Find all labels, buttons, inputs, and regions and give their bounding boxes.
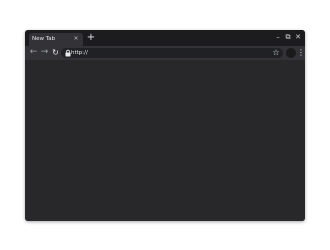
reload-icon[interactable]: ↻ (50, 47, 61, 58)
new-tab-button[interactable]: + (86, 33, 96, 43)
minimize-icon[interactable]: – (273, 32, 283, 42)
address-bar[interactable]: http:// ☆ (61, 48, 283, 58)
tab-close-icon[interactable]: × (72, 35, 80, 43)
profile-avatar[interactable] (286, 48, 296, 58)
title-bar: New Tab × + – ⧉ ✕ (25, 30, 305, 46)
browser-window: New Tab × + – ⧉ ✕ ← → ↻ http:// ☆ ⋮ (25, 30, 305, 221)
tab-new-tab[interactable]: New Tab × (29, 33, 83, 46)
tab-title: New Tab (32, 36, 56, 42)
page-content (25, 60, 305, 221)
forward-arrow-icon[interactable]: → (39, 47, 50, 58)
restore-icon[interactable]: ⧉ (283, 32, 293, 42)
bookmark-star-icon[interactable]: ☆ (271, 48, 281, 58)
toolbar: ← → ↻ http:// ☆ ⋮ (25, 46, 305, 60)
back-arrow-icon[interactable]: ← (28, 47, 39, 58)
close-window-icon[interactable]: ✕ (293, 32, 303, 42)
kebab-menu-icon[interactable]: ⋮ (297, 47, 305, 59)
url-text[interactable]: http:// (71, 49, 261, 57)
